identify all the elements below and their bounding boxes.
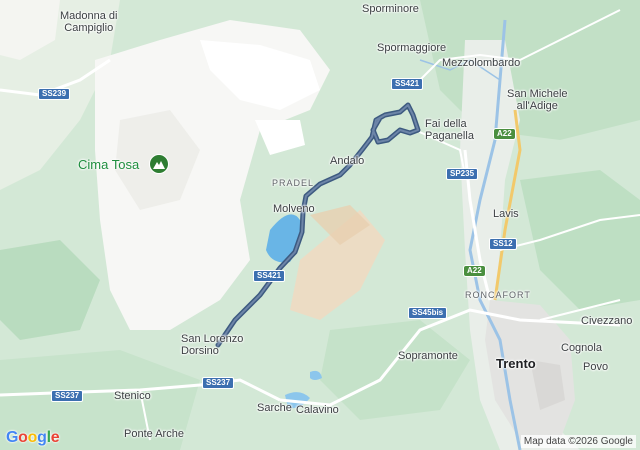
place-trento[interactable]: Trento bbox=[496, 357, 536, 370]
google-logo-letter: o bbox=[18, 429, 28, 446]
place-madonna-di-campiglio[interactable]: Madonna di Campiglio bbox=[60, 10, 118, 34]
place-spormaggiore[interactable]: Spormaggiore bbox=[377, 42, 446, 54]
place-sarche[interactable]: Sarche bbox=[257, 402, 292, 414]
road-shield-sp235: SP235 bbox=[446, 168, 479, 180]
place-sporminore[interactable]: Sporminore bbox=[362, 3, 419, 15]
place-cognola[interactable]: Cognola bbox=[561, 342, 602, 354]
place-sopramonte[interactable]: Sopramonte bbox=[398, 350, 458, 362]
terrain-layer bbox=[0, 0, 640, 450]
road-shield-a22-south: A22 bbox=[463, 265, 486, 277]
road-shield-ss239: SS239 bbox=[38, 88, 71, 100]
place-civezzano[interactable]: Civezzano bbox=[581, 315, 632, 327]
google-logo-letter: o bbox=[27, 429, 38, 446]
place-san-lorenzo-dorsino[interactable]: San Lorenzo Dorsino bbox=[181, 333, 243, 357]
google-logo-letter: e bbox=[50, 429, 60, 446]
road-shield-ss237-west: SS237 bbox=[51, 390, 84, 402]
road-shield-ss45bis: SS45bis bbox=[408, 307, 448, 319]
road-shield-a22-north: A22 bbox=[493, 128, 516, 140]
poi-cima-tosa[interactable]: Cima Tosa bbox=[78, 157, 139, 172]
place-ponte-arche[interactable]: Ponte Arche bbox=[124, 428, 184, 440]
road-shield-ss421-south: SS421 bbox=[253, 270, 286, 282]
place-san-michele-alladige[interactable]: San Michele all'Adige bbox=[507, 88, 568, 112]
place-stenico[interactable]: Stenico bbox=[114, 390, 151, 402]
mountain-peak-icon[interactable] bbox=[149, 154, 169, 174]
map-attribution: Map data ©2026 Google bbox=[520, 435, 636, 448]
google-logo-letter: G bbox=[6, 429, 19, 446]
road-shield-ss12: SS12 bbox=[489, 238, 517, 250]
place-lavis[interactable]: Lavis bbox=[493, 208, 519, 220]
place-calavino[interactable]: Calavino bbox=[296, 404, 339, 416]
place-andalo[interactable]: Andalo bbox=[330, 155, 364, 167]
road-shield-ss237-east: SS237 bbox=[202, 377, 235, 389]
road-shield-ss421-north: SS421 bbox=[391, 78, 424, 90]
google-logo-letter: g bbox=[37, 429, 47, 446]
place-povo[interactable]: Povo bbox=[583, 361, 608, 373]
place-roncafort[interactable]: RONCAFORT bbox=[465, 289, 531, 301]
google-logo[interactable]: Google bbox=[6, 429, 60, 447]
place-molveno[interactable]: Molveno bbox=[273, 203, 315, 215]
place-mezzolombardo[interactable]: Mezzolombardo bbox=[442, 57, 520, 69]
place-pradel[interactable]: PRADEL bbox=[272, 177, 314, 189]
map-canvas[interactable]: Madonna di Campiglio Sporminore Spormagg… bbox=[0, 0, 640, 450]
place-fai-della-paganella[interactable]: Fai della Paganella bbox=[425, 118, 474, 142]
